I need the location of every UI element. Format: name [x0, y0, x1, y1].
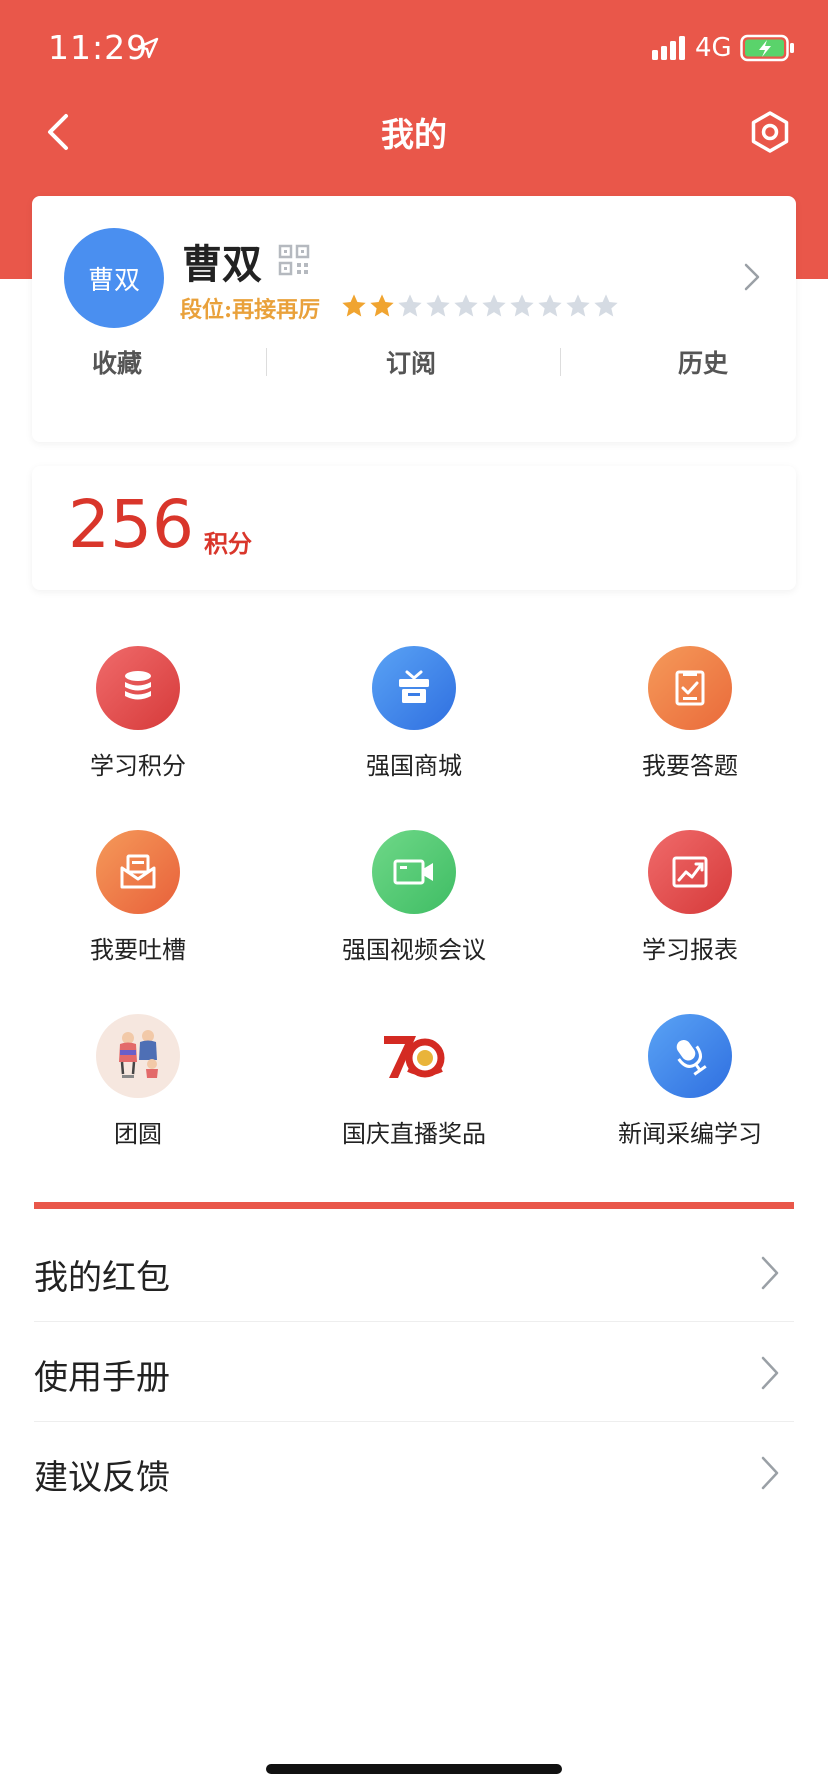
divider [560, 348, 561, 376]
grid-label: 学习积分 [90, 752, 186, 780]
star-empty-icon [426, 294, 450, 317]
chevron-right-icon [761, 1456, 779, 1490]
network-type: 4G [695, 33, 732, 63]
grid-label: 强国商城 [366, 752, 462, 780]
qr-code-icon[interactable] [278, 244, 310, 276]
points-value: 256 [68, 486, 194, 563]
profile-card[interactable]: 曹双 曹双 段位:再接再厉 收藏 订阅 历史 [32, 196, 796, 442]
grid-item-quiz[interactable]: 我要答题 [552, 646, 828, 816]
star-empty-icon [566, 294, 590, 317]
page-title: 我的 [381, 115, 447, 154]
menu-item-red-envelope[interactable]: 我的红包 [34, 1222, 794, 1322]
favorites-link[interactable]: 收藏 [92, 344, 142, 380]
menu-label: 使用手册 [34, 1358, 170, 1398]
video-camera-icon [372, 830, 456, 914]
settings-gear-icon[interactable] [748, 110, 792, 154]
tv-box-icon [372, 646, 456, 730]
points-unit: 积分 [204, 529, 252, 558]
divider [266, 348, 267, 376]
menu-label: 我的红包 [34, 1258, 170, 1298]
status-bar: 11:29 4G [0, 0, 828, 100]
grid-item-reunion[interactable]: 团圆 [0, 1014, 276, 1184]
grid-label: 我要答题 [642, 752, 738, 780]
rank-stars [340, 292, 620, 320]
grid-item-study-points[interactable]: 学习积分 [0, 646, 276, 816]
database-icon [96, 646, 180, 730]
quick-links: 收藏 订阅 历史 [32, 334, 796, 398]
star-empty-icon [482, 294, 506, 317]
star-filled-icon [342, 294, 366, 317]
location-arrow-icon [137, 37, 159, 59]
battery-charging-icon [740, 34, 794, 62]
star-empty-icon [538, 294, 562, 317]
star-empty-icon [510, 294, 534, 317]
status-time: 11:29 [48, 28, 149, 67]
rank-label: 段位:再接再厉 [180, 297, 321, 323]
grid-label: 国庆直播奖品 [342, 1120, 486, 1148]
microphone-icon [648, 1014, 732, 1098]
chevron-right-icon [761, 1256, 779, 1290]
grid-label: 强国视频会议 [342, 936, 486, 964]
subscriptions-link[interactable]: 订阅 [386, 344, 436, 380]
grid-label: 新闻采编学习 [618, 1120, 762, 1148]
grid-item-study-report[interactable]: 学习报表 [552, 830, 828, 1000]
star-empty-icon [398, 294, 422, 317]
chevron-right-icon[interactable] [742, 262, 762, 292]
grid-item-video-conference[interactable]: 强国视频会议 [276, 830, 552, 1000]
anniversary-70-icon [372, 1014, 456, 1098]
signal-icon [652, 36, 685, 60]
clipboard-check-icon [648, 646, 732, 730]
section-divider [34, 1202, 794, 1209]
grid-item-mall[interactable]: 强国商城 [276, 646, 552, 816]
history-link[interactable]: 历史 [678, 344, 728, 380]
user-name: 曹双 [182, 241, 262, 288]
grid-label: 团圆 [114, 1120, 162, 1148]
avatar[interactable]: 曹双 [64, 228, 164, 328]
star-filled-icon [370, 294, 394, 317]
grid-label: 学习报表 [642, 936, 738, 964]
home-indicator[interactable] [266, 1764, 562, 1774]
menu-label: 建议反馈 [34, 1458, 170, 1498]
chart-icon [648, 830, 732, 914]
chevron-right-icon [761, 1356, 779, 1390]
grid-item-news-editing[interactable]: 新闻采编学习 [552, 1014, 828, 1184]
family-illustration-icon [96, 1014, 180, 1098]
points-card[interactable]: 256 积分 [32, 466, 796, 590]
mail-icon [96, 830, 180, 914]
menu-item-suggestion-feedback[interactable]: 建议反馈 [34, 1422, 794, 1522]
star-empty-icon [454, 294, 478, 317]
menu-item-user-manual[interactable]: 使用手册 [34, 1322, 794, 1422]
grid-label: 我要吐槽 [90, 936, 186, 964]
star-empty-icon [594, 294, 618, 317]
grid-item-national-day-prizes[interactable]: 国庆直播奖品 [276, 1014, 552, 1184]
grid-item-feedback-rant[interactable]: 我要吐槽 [0, 830, 276, 1000]
